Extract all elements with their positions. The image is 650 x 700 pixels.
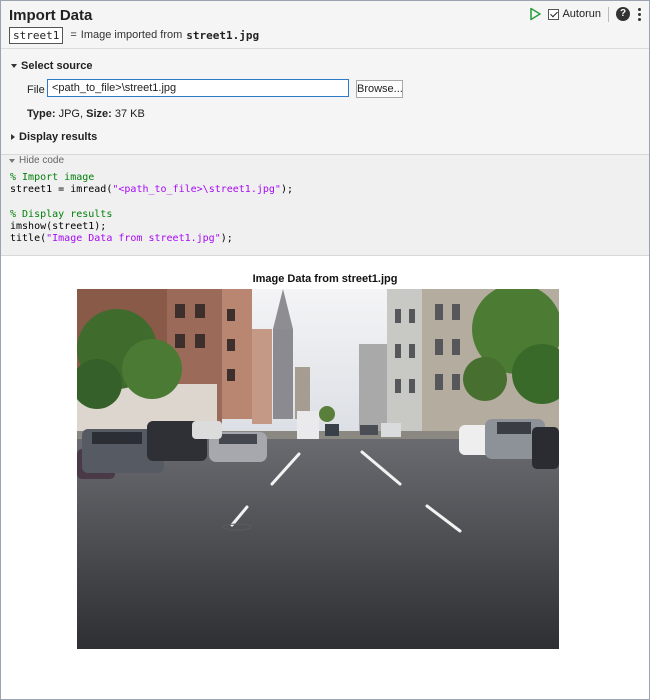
run-icon[interactable] (528, 7, 542, 21)
code-block: % Import image street1 = imread("<path_t… (10, 172, 293, 246)
chevron-right-icon (11, 134, 15, 140)
display-results-header[interactable]: Display results (11, 131, 97, 143)
help-icon[interactable]: ? (616, 7, 630, 21)
select-source-header[interactable]: Select source (11, 60, 93, 72)
code-text: imshow(street1); (10, 221, 107, 233)
street-image (77, 289, 559, 649)
output-variable-field[interactable]: street1 (9, 26, 64, 44)
code-string: "Image Data from street1.jpg" (46, 233, 221, 245)
size-value: 37 KB (114, 108, 145, 120)
display-results-label: Display results (19, 131, 98, 143)
hide-code-label: Hide code (19, 155, 65, 166)
file-info: Type: JPG, Size: 37 KB (27, 108, 145, 120)
code-comment: % Display results (10, 208, 113, 220)
autorun-label: Autorun (562, 8, 601, 20)
generated-code[interactable]: % Import image street1 = imread("<path_t… (1, 168, 649, 256)
toolbar-divider (608, 6, 609, 22)
code-comment: % Import image (10, 172, 95, 183)
code-string: "<path_to_file>\street1.jpg" (112, 184, 281, 196)
more-options-icon[interactable] (637, 7, 641, 22)
code-toggle-bar: Hide code (1, 155, 649, 168)
file-path-input[interactable]: <path_to_file>\street1.jpg (47, 79, 349, 97)
chevron-down-icon (9, 158, 15, 163)
code-text: street1 = imread( (10, 184, 113, 196)
file-label: File (27, 84, 45, 96)
import-data-task: Import Data Autorun ? street1 = Image im… (1, 1, 649, 155)
checkbox-icon[interactable] (548, 8, 560, 20)
browse-button[interactable]: Browse... (356, 80, 403, 98)
task-title: Import Data (9, 7, 93, 24)
code-text: ); (280, 184, 293, 196)
code-text: ); (220, 233, 233, 245)
task-summary: street1 = Image imported from street1.jp… (9, 26, 259, 44)
figure-title: Image Data from street1.jpg (252, 273, 398, 285)
select-source-label: Select source (21, 60, 93, 72)
type-label: Type: (27, 108, 56, 120)
type-value: JPG, (58, 108, 84, 120)
equals-sign: = (70, 29, 77, 41)
size-label: Size: (86, 108, 112, 120)
section-divider (1, 48, 649, 49)
summary-text: Image imported from (80, 29, 183, 41)
summary-filename: street1.jpg (186, 28, 260, 42)
live-task-window: Import Data Autorun ? street1 = Image im… (0, 0, 650, 700)
autorun-toggle[interactable]: Autorun (548, 8, 601, 20)
code-text: title( (10, 233, 47, 245)
hide-code-toggle[interactable]: Hide code (9, 155, 64, 166)
task-toolbar: Autorun ? (528, 6, 641, 22)
chevron-down-icon (11, 64, 17, 68)
